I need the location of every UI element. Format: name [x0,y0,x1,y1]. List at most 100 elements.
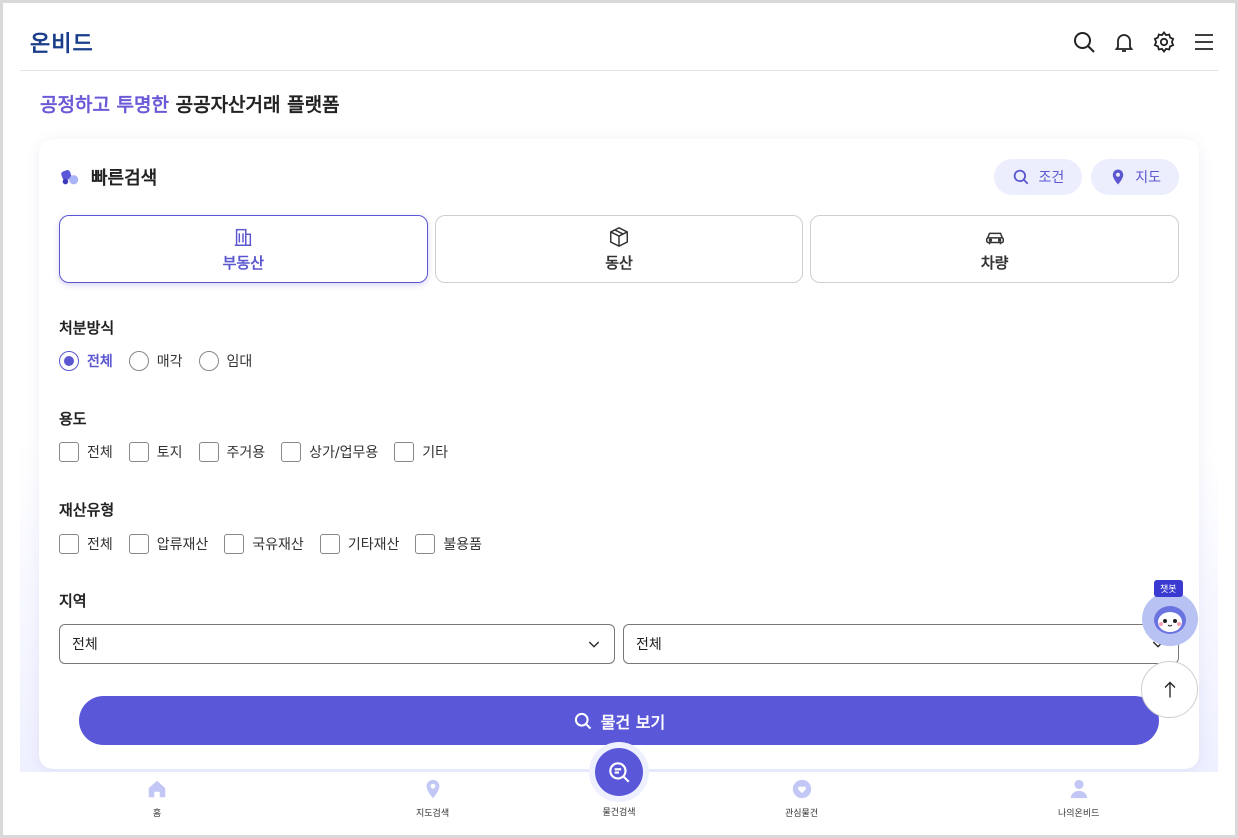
checkbox[interactable] [224,534,245,554]
robot-icon [1154,606,1186,634]
nav-home[interactable]: 홈 [146,778,168,819]
chatbot-face [1142,592,1198,646]
checkbox-label: 압류재산 [156,537,209,553]
tab-label: 차량 [980,253,1009,272]
search-icon[interactable] [1072,30,1096,54]
chatbot-button[interactable]: 챗봇 [1142,580,1200,646]
checkbox[interactable] [415,534,436,554]
checkbox[interactable] [198,442,219,462]
tab-label: 부동산 [222,253,265,272]
tab-real-estate[interactable]: 부동산 [59,215,428,283]
bottom-nav: 홈 지도검색 물건검색 관심물건 나의온비드 [20,748,1218,835]
box-icon [610,226,628,247]
select-value: 전체 [636,637,662,653]
location-pin-icon [1112,169,1124,185]
radio-label: 매각 [156,354,183,370]
pill-group: 조건 지도 [994,159,1179,195]
property-type-label: 재산유형 [59,501,115,519]
radio-label: 임대 [226,354,253,370]
radio-label: 전체 [87,354,113,370]
nav-favorites[interactable]: 관심물건 [785,778,818,819]
arrow-up-icon [1164,681,1175,697]
scroll-to-top-button[interactable] [1141,661,1198,718]
checkbox-type-other[interactable]: 기타재산 [319,534,400,554]
chatbot-tag: 챗봇 [1154,580,1183,597]
tagline: 공정하고 투명한 공공자산거래 플랫폼 [40,90,340,117]
card-title: 빠른검색 [59,164,157,190]
checkbox-label: 국유재산 [252,537,304,553]
checkbox-usage-residential[interactable]: 주거용 [198,442,266,462]
location-pin-icon [426,779,439,799]
checkbox-label: 전체 [87,445,113,461]
checkbox-type-national[interactable]: 국유재산 [224,534,304,554]
checkbox[interactable] [319,534,340,554]
view-items-label: 물건 보기 [600,712,666,732]
tab-label: 동산 [605,253,633,272]
checkbox[interactable] [128,442,149,462]
quick-search-card: 빠른검색 조건 지도 부동산 동산 차량 처분방식 전체 매각 임대 용도 전체… [39,139,1199,769]
tab-vehicle[interactable]: 차량 [810,215,1180,283]
disposal-label: 처분방식 [59,319,115,337]
checkbox[interactable] [394,442,415,462]
radio-button[interactable] [59,351,79,371]
property-type-options: 전체 압류재산 국유재산 기타재산 불용품 [59,534,482,554]
radio-button[interactable] [198,351,219,371]
nav-item-search[interactable] [595,748,643,796]
region-select-city[interactable]: 전체 [623,624,1179,664]
checkbox-label: 전체 [87,537,113,553]
checkbox-label: 기타 [422,445,449,461]
map-search-button[interactable]: 지도 [1091,159,1179,195]
usage-options: 전체 토지 주거용 상가/업무용 기타 [59,442,448,462]
checkbox-type-seized[interactable]: 압류재산 [128,534,209,554]
radio-disposal-all[interactable]: 전체 [59,351,113,371]
checkbox-label: 주거용 [226,445,266,461]
header-icons [1072,30,1216,54]
nav-map-search[interactable]: 지도검색 [416,778,449,819]
view-items-button[interactable]: 물건 보기 [79,696,1159,745]
condition-search-button[interactable]: 조건 [994,159,1083,195]
checkbox[interactable] [59,534,79,554]
checkbox-label: 토지 [156,445,183,461]
car-icon [985,232,1004,244]
bell-icon[interactable] [1112,30,1136,54]
tagline-accent: 공정하고 투명한 [40,94,169,116]
checkbox[interactable] [281,442,302,462]
search-list-icon [609,762,630,783]
search-icon [1014,169,1029,185]
checkbox-label: 상가/업무용 [309,445,379,461]
radio-disposal-sale[interactable]: 매각 [128,351,183,371]
radio-disposal-lease[interactable]: 임대 [198,351,253,371]
nav-label: 나의온비드 [1058,809,1100,819]
checkbox-type-all[interactable]: 전체 [59,534,113,554]
chevron-down-icon [588,641,600,648]
region-select-province[interactable]: 전체 [59,624,615,664]
checkbox-usage-all[interactable]: 전체 [59,442,113,462]
tab-movable-property[interactable]: 동산 [434,215,804,283]
checkbox-label: 기타재산 [347,537,400,553]
nav-label: 지도검색 [416,809,450,819]
radio-button[interactable] [128,351,149,371]
checkbox-usage-land[interactable]: 토지 [128,442,183,462]
checkbox[interactable] [59,442,79,462]
checkbox-label: 불용품 [443,537,482,553]
tagline-rest: 공공자산거래 플랫폼 [175,94,340,116]
checkbox-usage-other[interactable]: 기타 [394,442,448,462]
category-tabs: 부동산 동산 차량 [59,215,1180,283]
card-title-text: 빠른검색 [91,168,158,189]
nav-label: 홈 [152,809,162,819]
checkbox-type-unused[interactable]: 불용품 [415,534,482,554]
user-icon [1070,779,1087,799]
checkbox[interactable] [128,534,149,554]
map-label: 지도 [1135,170,1161,186]
usage-label: 용도 [59,410,87,428]
gear-icon[interactable] [1152,30,1176,54]
header: 온비드 [20,18,1218,71]
building-icon [235,228,252,246]
heart-icon [792,779,811,799]
card-title-row: 빠른검색 조건 지도 [59,159,1179,195]
checkbox-usage-commercial[interactable]: 상가/업무용 [281,442,378,462]
menu-icon[interactable] [1192,30,1216,54]
logo[interactable]: 온비드 [30,26,94,58]
nav-label: 관심물건 [785,809,819,819]
nav-my-onbid[interactable]: 나의온비드 [1058,778,1099,819]
